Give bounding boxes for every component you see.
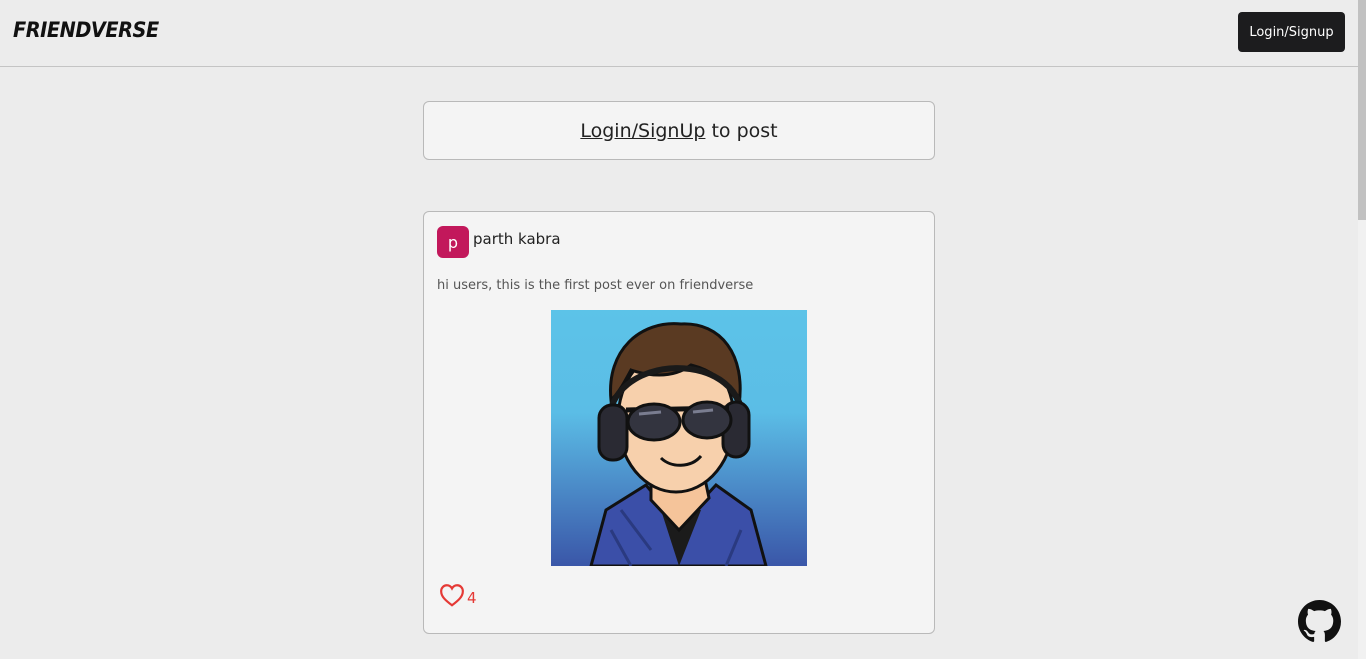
navbar: FRIENDVERSE Login/Signup [0,0,1358,67]
app-logo[interactable]: FRIENDVERSE [13,18,159,42]
like-count: 4 [467,589,477,607]
post-card: p parth kabra hi users, this is the firs… [423,211,935,634]
login-signup-link[interactable]: Login/SignUp [580,120,705,142]
like-button[interactable]: 4 [439,583,477,607]
login-signup-button[interactable]: Login/Signup [1238,12,1345,52]
post-image [551,310,807,566]
scrollbar-thumb[interactable] [1358,0,1366,220]
login-to-post-card: Login/SignUp to post [423,101,935,160]
post-author: parth kabra [473,230,561,248]
login-prompt-suffix: to post [705,119,778,142]
heart-outline-icon [440,584,464,607]
github-icon[interactable] [1298,600,1341,643]
post-text: hi users, this is the first post ever on… [437,278,754,293]
avatar: p [437,226,469,258]
